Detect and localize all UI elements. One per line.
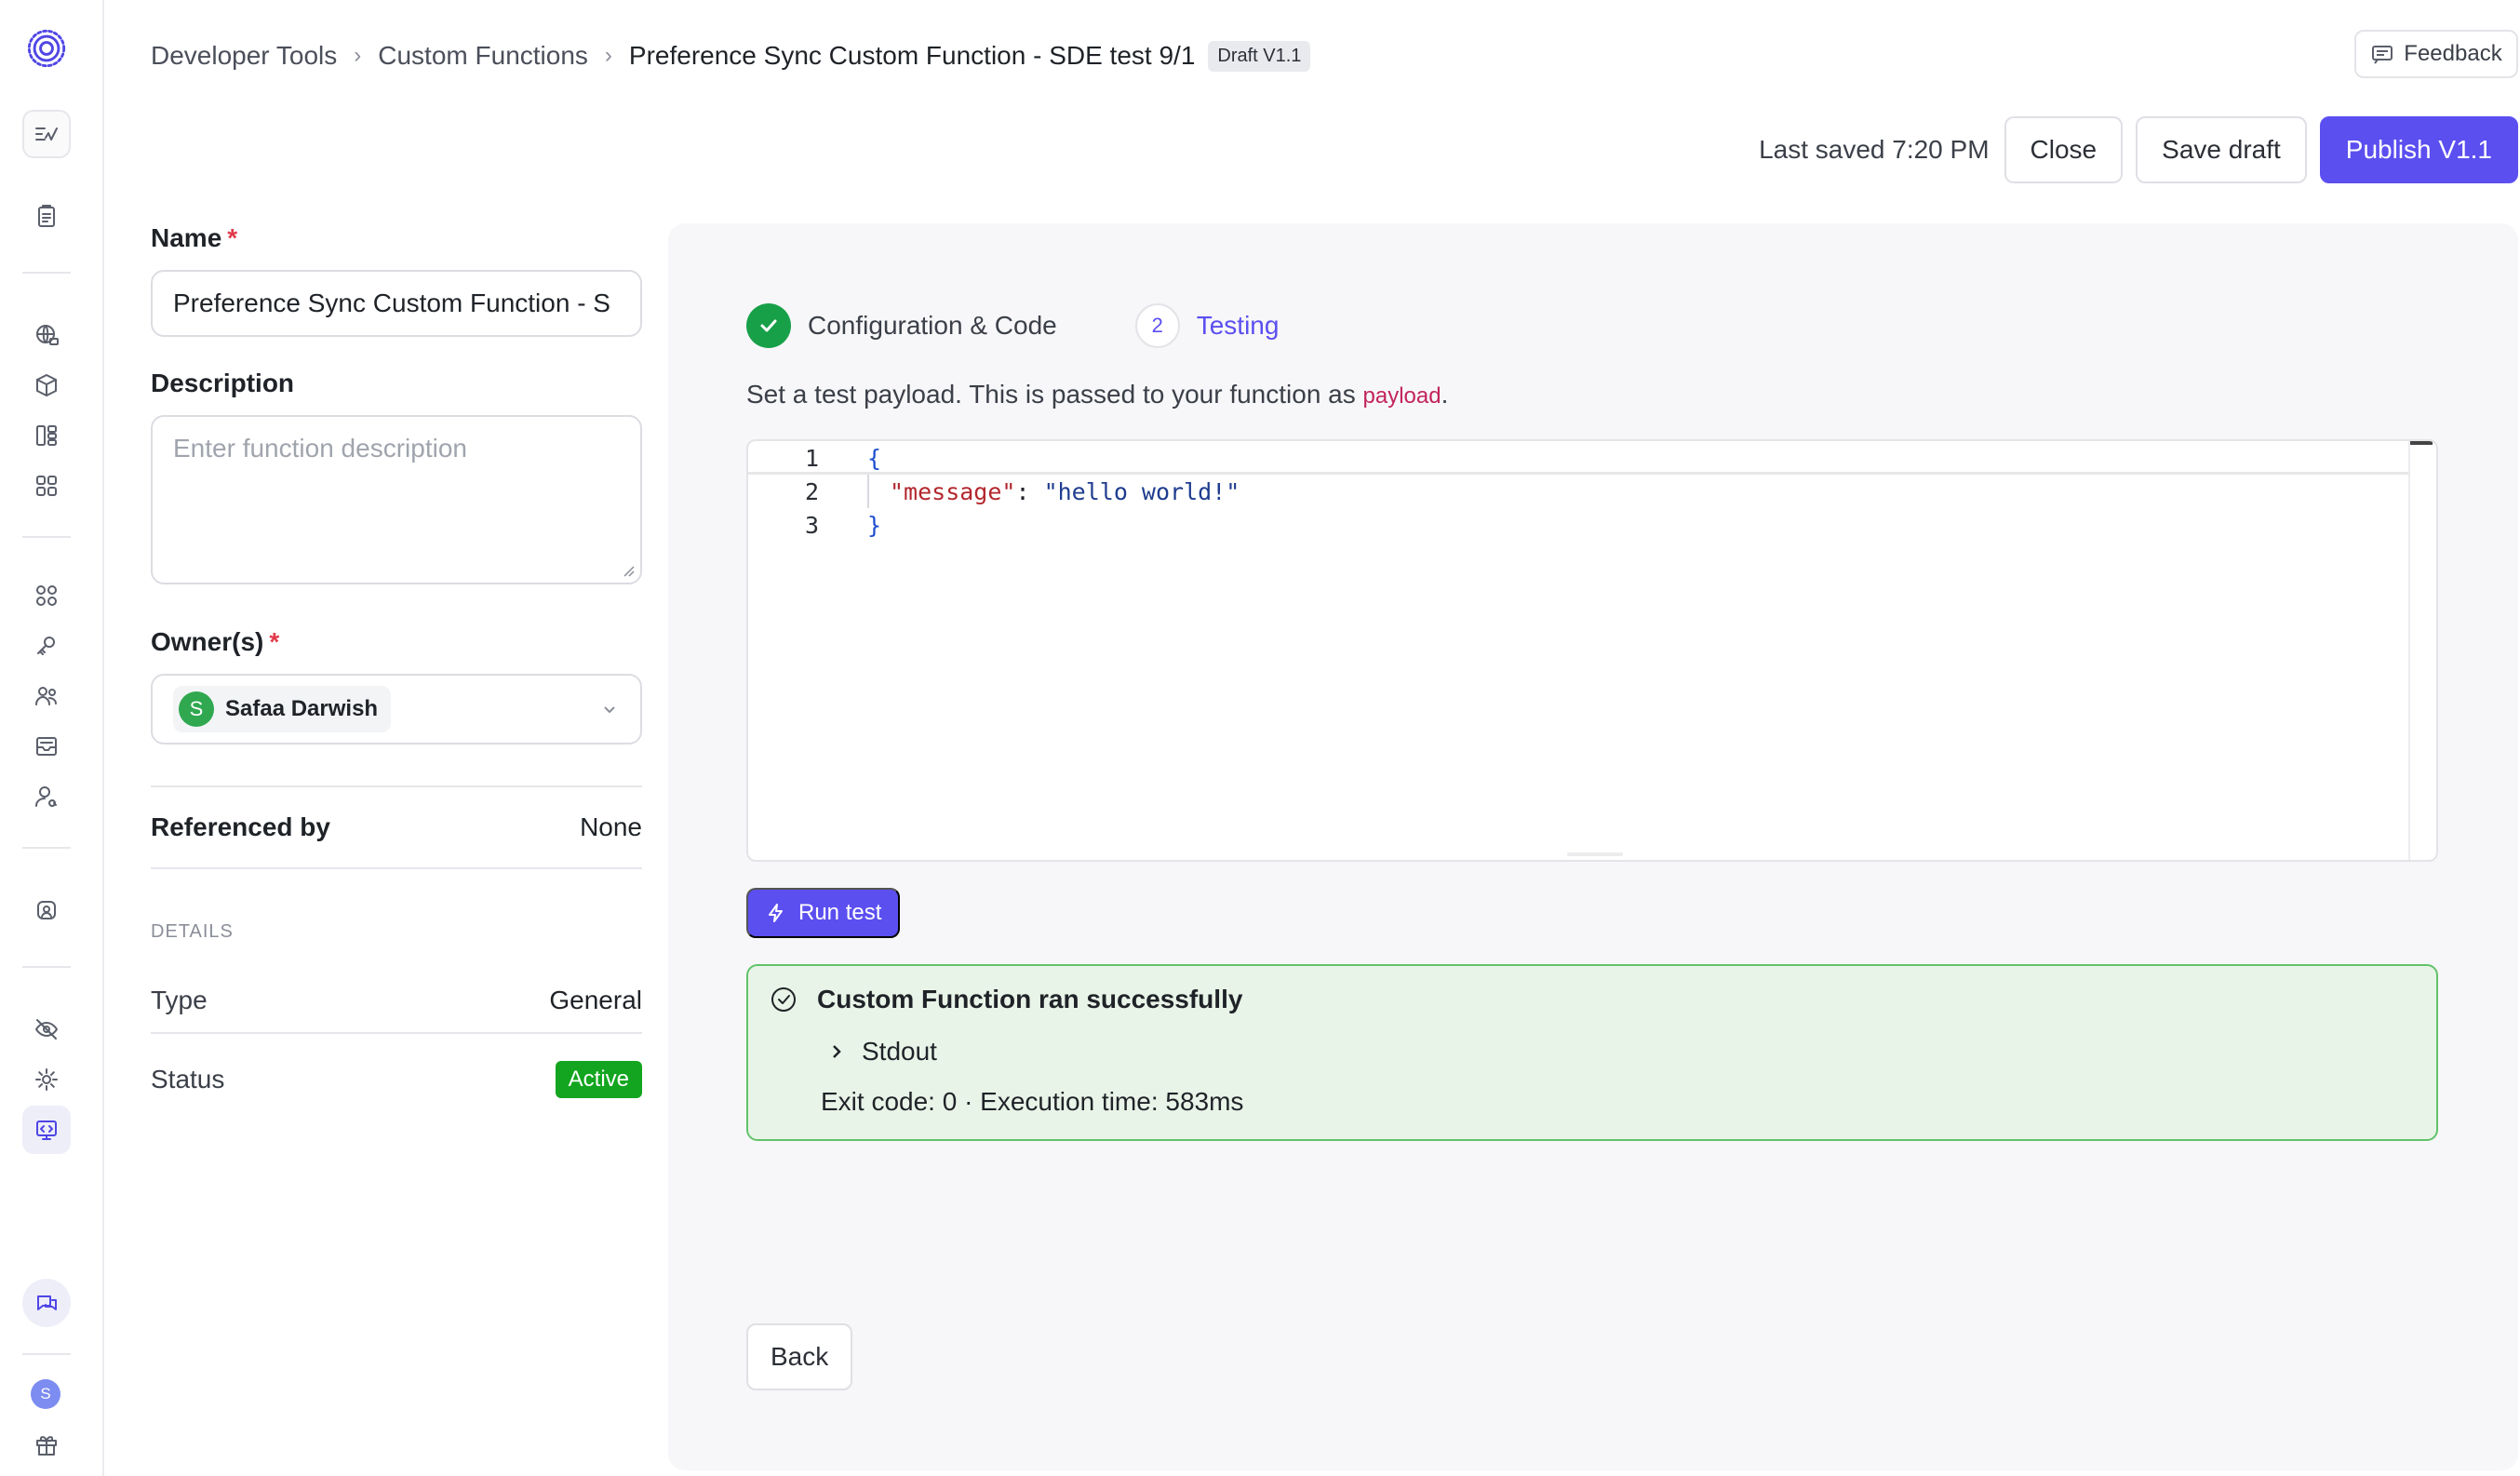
chat-icon[interactable] bbox=[22, 1279, 71, 1327]
active-line-highlight bbox=[748, 441, 2408, 475]
payload-code: payload bbox=[1362, 383, 1441, 409]
user-avatar[interactable]: S bbox=[31, 1379, 60, 1409]
stdout-toggle[interactable]: Stdout bbox=[828, 1037, 937, 1067]
code-text: "message": "hello world!" bbox=[890, 477, 1240, 505]
status-label: Status bbox=[151, 1065, 225, 1094]
lightning-icon bbox=[769, 904, 783, 922]
owners-select[interactable]: S Safaa Darwish bbox=[151, 674, 642, 745]
line-number: 3 bbox=[804, 511, 819, 539]
breadcrumb-custom-functions[interactable]: Custom Functions bbox=[378, 41, 588, 71]
breadcrumb: Developer Tools › Custom Functions › Pre… bbox=[151, 37, 1311, 74]
activity-menu-icon[interactable] bbox=[22, 110, 71, 158]
key-link-icon[interactable] bbox=[22, 622, 71, 670]
data-grid-icon[interactable] bbox=[22, 411, 71, 460]
step-number-badge[interactable]: 2 bbox=[1134, 303, 1180, 348]
last-saved-text: Last saved 7:20 PM bbox=[1759, 135, 1990, 164]
type-value: General bbox=[549, 986, 642, 1014]
description-label: Description bbox=[151, 369, 295, 397]
checkmark-icon bbox=[760, 319, 777, 332]
status-badge: Active bbox=[555, 1061, 642, 1098]
divider bbox=[151, 867, 642, 869]
close-button[interactable]: Close bbox=[2004, 116, 2124, 183]
check-circle-icon bbox=[771, 987, 796, 1012]
referenced-by-label: Referenced by bbox=[151, 812, 330, 841]
breadcrumb-developer-tools[interactable]: Developer Tools bbox=[151, 41, 337, 71]
name-label: Name * bbox=[151, 223, 238, 252]
type-label: Type bbox=[151, 986, 208, 1014]
run-test-button[interactable]: Run test bbox=[746, 888, 901, 938]
run-test-label: Run test bbox=[798, 900, 882, 925]
publish-button[interactable]: Publish V1.1 bbox=[2319, 116, 2518, 183]
editor-resize-handle[interactable] bbox=[1567, 852, 1623, 856]
stdout-label: Stdout bbox=[862, 1037, 937, 1066]
feedback-label: Feedback bbox=[2404, 41, 2502, 66]
logo-icon[interactable] bbox=[22, 24, 71, 73]
globe-lock-icon[interactable] bbox=[22, 311, 71, 359]
developer-tools-icon[interactable] bbox=[22, 1106, 71, 1154]
chevron-down-icon[interactable] bbox=[599, 699, 620, 719]
referenced-by-row: Referenced by None bbox=[151, 787, 642, 867]
code-line: 3 } bbox=[748, 508, 881, 542]
status-row: Status Active bbox=[151, 1034, 642, 1125]
privacy-shield-icon[interactable] bbox=[22, 886, 71, 934]
required-mark: * bbox=[227, 223, 238, 252]
cube-icon[interactable] bbox=[22, 361, 71, 409]
scrollbar-thumb[interactable] bbox=[2410, 441, 2433, 445]
step-configuration-label[interactable]: Configuration & Code bbox=[808, 311, 1057, 341]
eye-off-icon[interactable] bbox=[22, 1005, 71, 1053]
chevron-right-icon: › bbox=[354, 43, 362, 68]
owner-name: Safaa Darwish bbox=[225, 696, 379, 721]
result-title: Custom Function ran successfully bbox=[817, 985, 1243, 1013]
step-complete-icon[interactable] bbox=[746, 303, 791, 348]
header-actions: Last saved 7:20 PM Close Save draft Publ… bbox=[1759, 115, 2518, 184]
chevron-right-icon bbox=[833, 1045, 841, 1058]
apps-icon[interactable] bbox=[22, 462, 71, 510]
function-details-form: Name * Preference Sync Custom Function - … bbox=[151, 223, 642, 1125]
code-line: 2 "message": "hello world!" bbox=[748, 475, 1679, 508]
description-textarea[interactable]: Enter function description bbox=[151, 415, 642, 584]
sidebar: S bbox=[0, 0, 104, 1476]
back-button[interactable]: Back bbox=[746, 1323, 853, 1390]
line-number: 1 bbox=[804, 444, 819, 472]
step-testing-label[interactable]: Testing bbox=[1197, 311, 1280, 341]
draft-version-badge: Draft V1.1 bbox=[1208, 40, 1311, 72]
inbox-icon[interactable] bbox=[22, 722, 71, 771]
code-text: } bbox=[867, 511, 882, 539]
testing-panel: Configuration & Code 2 Testing Set a tes… bbox=[668, 223, 2518, 1470]
feedback-icon bbox=[2372, 46, 2393, 64]
code-text: { bbox=[867, 444, 882, 472]
owners-label: Owner(s) * bbox=[151, 627, 280, 656]
payload-editor[interactable]: 1 { 2 "message": "hello world!" 3 } bbox=[746, 439, 2438, 862]
integrations-icon[interactable] bbox=[22, 571, 71, 620]
users-group-icon[interactable] bbox=[22, 672, 71, 720]
code-line: 1 { bbox=[748, 441, 881, 475]
stepper: Configuration & Code 2 Testing bbox=[746, 303, 1279, 348]
line-number: 2 bbox=[804, 477, 819, 505]
type-row: Type General bbox=[151, 969, 642, 1032]
editor-scrollbar[interactable] bbox=[2408, 441, 2436, 860]
details-section-title: DETAILS bbox=[151, 921, 234, 942]
payload-help-text: Set a test payload. This is passed to yo… bbox=[746, 380, 1449, 409]
name-input[interactable]: Preference Sync Custom Function - S bbox=[151, 270, 642, 337]
test-result-banner: Custom Function ran successfully Stdout … bbox=[746, 964, 2438, 1141]
description-placeholder: Enter function description bbox=[173, 434, 467, 463]
gear-icon[interactable] bbox=[22, 1055, 71, 1104]
breadcrumb-current: Preference Sync Custom Function - SDE te… bbox=[628, 41, 1196, 70]
required-mark: * bbox=[269, 627, 280, 656]
owner-avatar: S bbox=[179, 691, 214, 727]
exit-code-text: Exit code: 0 · Execution time: 583ms bbox=[821, 1087, 1244, 1116]
user-settings-icon[interactable] bbox=[22, 772, 71, 821]
save-draft-button[interactable]: Save draft bbox=[2136, 116, 2307, 183]
gift-icon[interactable] bbox=[22, 1420, 71, 1469]
resize-grip-icon[interactable] bbox=[620, 562, 635, 577]
owner-chip[interactable]: S Safaa Darwish bbox=[173, 686, 392, 732]
result-title-row: Custom Function ran successfully bbox=[769, 985, 1242, 1014]
referenced-by-value: None bbox=[580, 812, 642, 841]
feedback-button[interactable]: Feedback bbox=[2354, 30, 2518, 78]
chevron-right-icon: › bbox=[604, 43, 612, 68]
clipboard-icon[interactable] bbox=[22, 192, 71, 240]
